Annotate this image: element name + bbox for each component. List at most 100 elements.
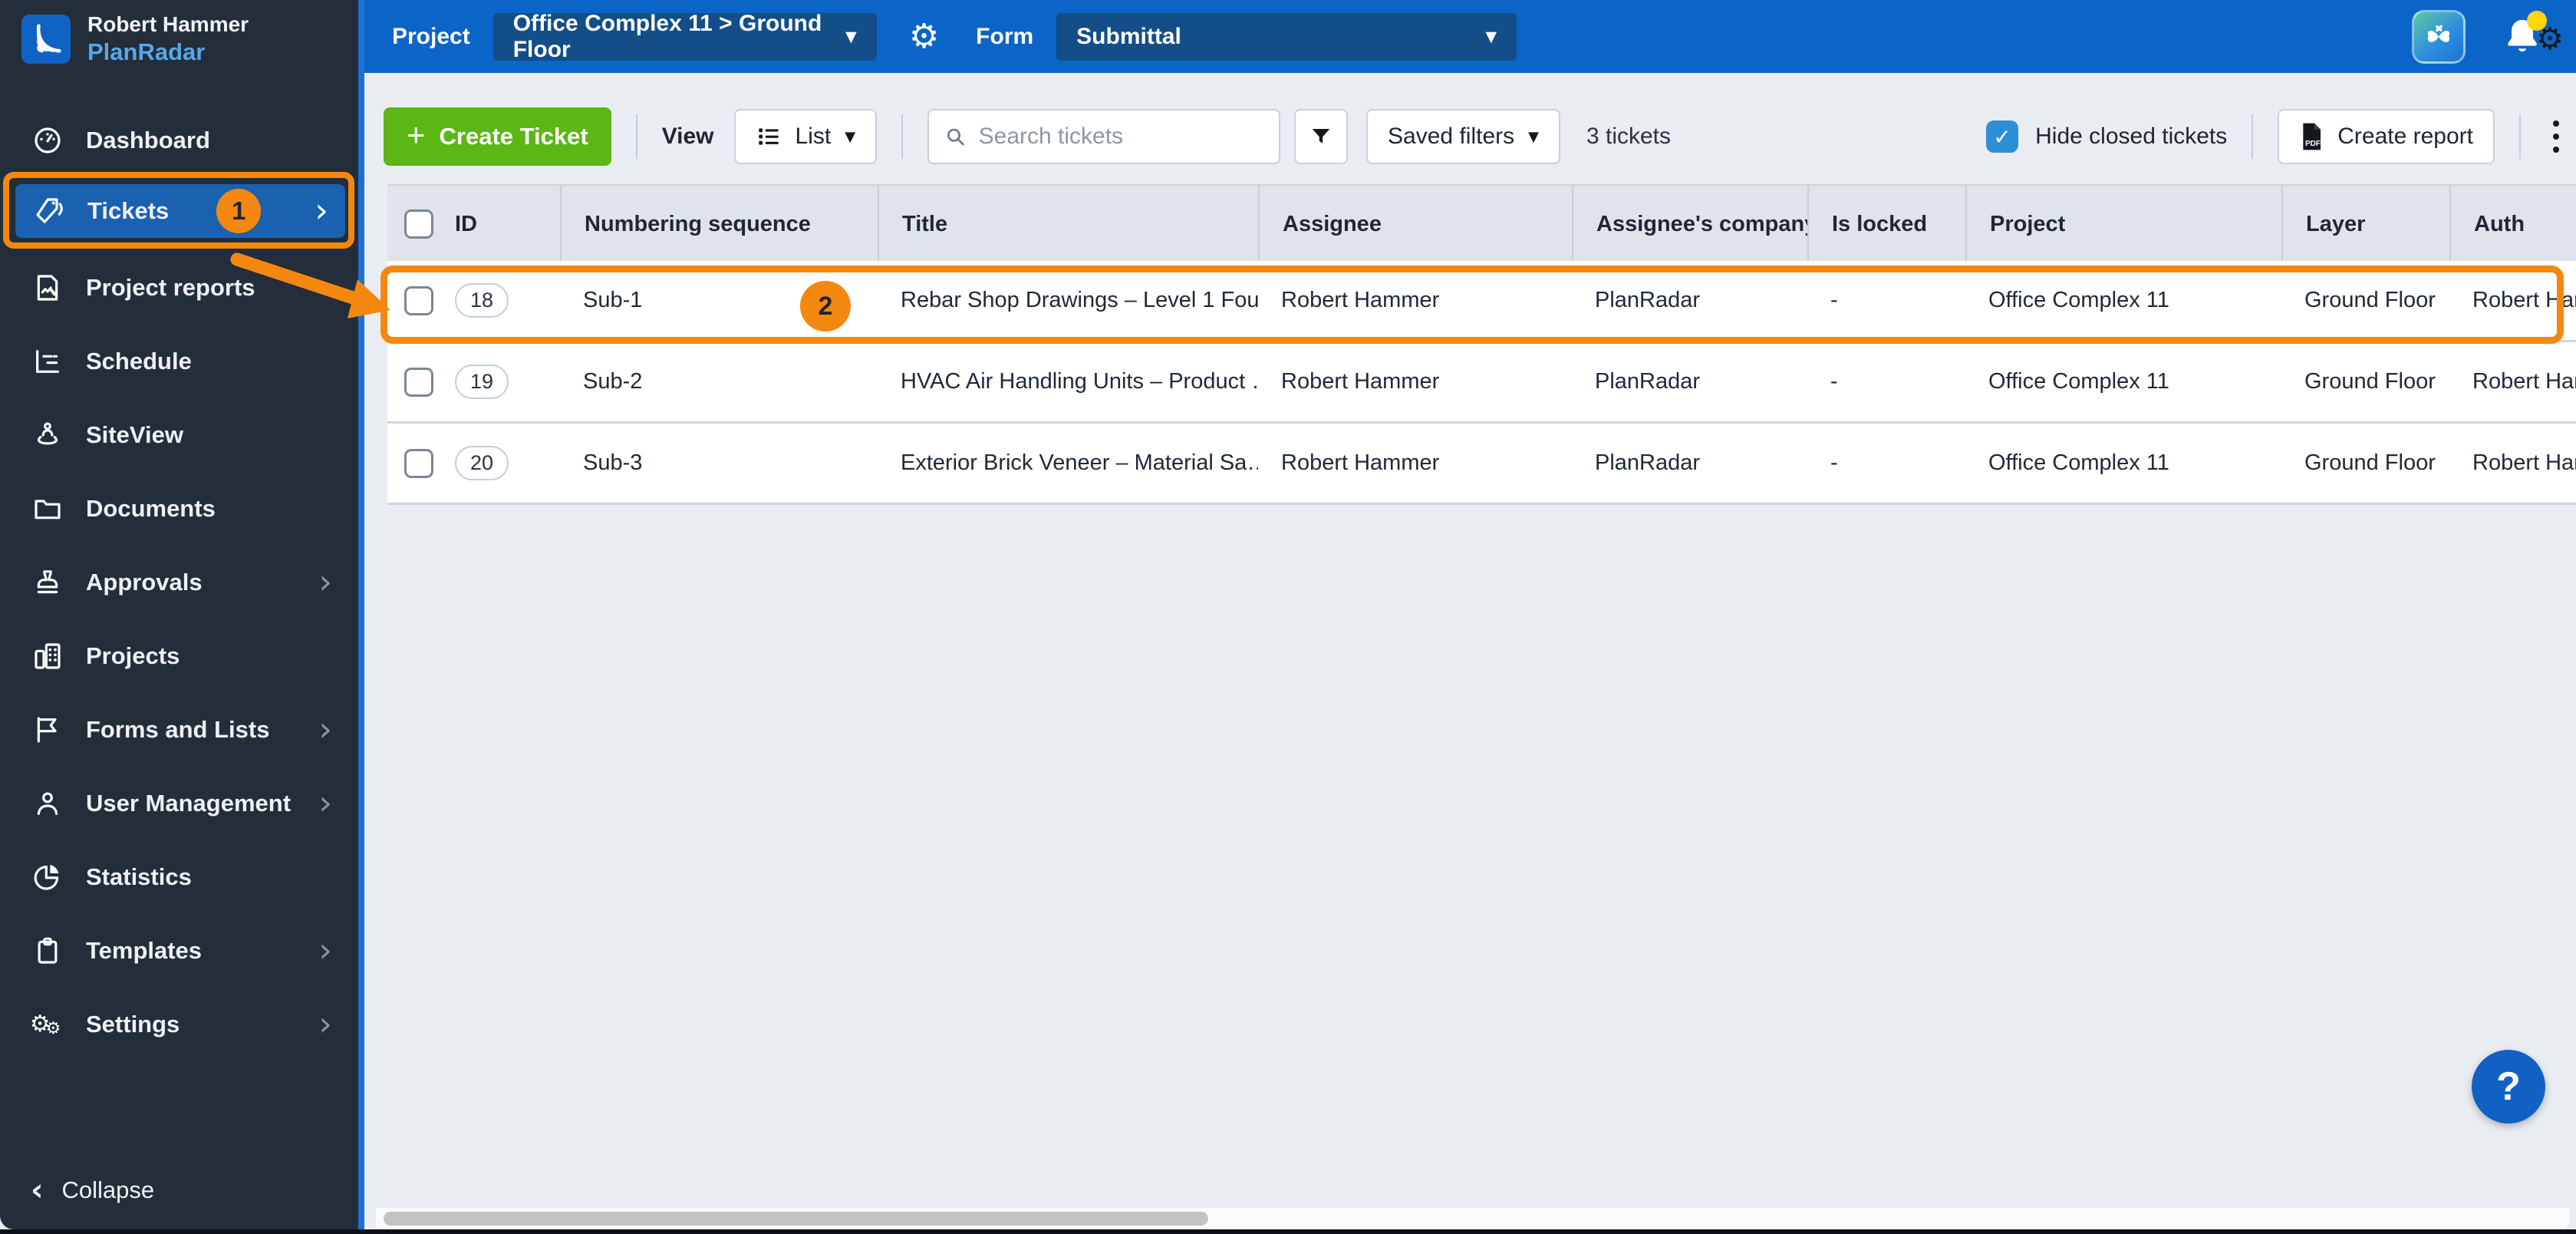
sidebar-item-templates[interactable]: Templates › bbox=[0, 914, 358, 988]
sidebar-item-user-management[interactable]: User Management › bbox=[0, 767, 358, 840]
siteview-icon bbox=[31, 420, 64, 450]
sidebar-item-label: Documents bbox=[86, 495, 216, 522]
cell-assignee: Robert Hammer bbox=[1281, 288, 1440, 312]
caret-down-icon: ▼ bbox=[1485, 28, 1497, 45]
project-selector[interactable]: Office Complex 11 > Ground Floor ▼ bbox=[492, 11, 877, 62]
cell-author: Robert Hammer bbox=[2472, 288, 2576, 312]
column-header-layer[interactable]: Layer bbox=[2281, 186, 2449, 262]
column-header-project[interactable]: Project bbox=[1965, 186, 2281, 262]
sidebar-item-project-reports[interactable]: Project reports bbox=[0, 251, 358, 325]
sidebar-item-label: Approvals bbox=[86, 569, 203, 596]
collapse-sidebar-button[interactable]: ‹ Collapse bbox=[31, 1173, 154, 1208]
sidebar-item-siteview[interactable]: SiteView bbox=[0, 398, 358, 472]
cell-company: PlanRadar bbox=[1595, 369, 1701, 394]
cell-project: Office Complex 11 bbox=[1988, 288, 2169, 312]
filter-button[interactable] bbox=[1294, 109, 1349, 164]
hide-closed-tickets-checkbox[interactable]: ✓ bbox=[1986, 120, 2019, 153]
cell-is-locked: - bbox=[1830, 288, 1838, 312]
sidebar-item-tickets[interactable]: Tickets 1 › bbox=[15, 184, 345, 238]
sidebar-item-dashboard[interactable]: Dashboard bbox=[0, 104, 358, 177]
column-header-numbering-sequence[interactable]: Numbering sequence bbox=[560, 186, 878, 262]
pdf-file-icon: PDF bbox=[2303, 123, 2321, 150]
divider bbox=[901, 114, 904, 159]
table-header: ID Numbering sequence Title Assignee Ass… bbox=[387, 184, 2576, 262]
horizontal-scrollbar-thumb[interactable] bbox=[384, 1212, 1208, 1226]
sidebar-item-label: Dashboard bbox=[86, 127, 210, 153]
sidebar-item-documents[interactable]: Documents bbox=[0, 472, 358, 546]
ticket-id-badge: 18 bbox=[455, 283, 509, 318]
help-button[interactable]: ? bbox=[2472, 1050, 2545, 1123]
forms-icon bbox=[31, 714, 64, 745]
cell-is-locked: - bbox=[1830, 369, 1838, 394]
column-header-title[interactable]: Title bbox=[878, 186, 1258, 262]
cell-assignee: Robert Hammer bbox=[1281, 450, 1440, 475]
sidebar-item-settings[interactable]: ⚙ ⚙ Settings › bbox=[0, 988, 358, 1061]
users-icon bbox=[31, 788, 64, 819]
column-header-is-locked[interactable]: Is locked bbox=[1807, 186, 1965, 262]
ticket-count: 3 tickets bbox=[1586, 124, 1672, 149]
caret-down-icon: ▼ bbox=[845, 28, 857, 45]
sidebar-item-label: Projects bbox=[86, 642, 180, 669]
saved-filters-dropdown[interactable]: Saved filters ▼ bbox=[1366, 109, 1560, 164]
planradar-app: Robert Hammer PlanRadar Dashboard Ticket… bbox=[0, 0, 2576, 1234]
search-icon bbox=[947, 128, 964, 146]
table-row[interactable]: 18 Sub-1 Rebar Shop Drawings – Level 1 F… bbox=[387, 261, 2576, 342]
approvals-icon bbox=[31, 567, 64, 598]
form-selector[interactable]: Submittal ▼ bbox=[1056, 12, 1517, 61]
view-mode-list-dropdown[interactable]: List ▼ bbox=[733, 109, 878, 164]
column-settings-gear-icon[interactable]: ⚙ bbox=[2536, 21, 2564, 57]
documents-icon bbox=[31, 493, 64, 524]
chevron-right-icon: › bbox=[315, 191, 328, 230]
sidebar-item-forms-and-lists[interactable]: Forms and Lists › bbox=[0, 693, 358, 767]
table-row[interactable]: 20 Sub-3 Exterior Brick Veneer – Materia… bbox=[387, 424, 2576, 505]
row-checkbox[interactable] bbox=[404, 367, 433, 397]
sidebar-item-approvals[interactable]: Approvals › bbox=[0, 546, 358, 619]
select-all-checkbox[interactable] bbox=[404, 210, 433, 239]
cell-numbering-sequence: Sub-3 bbox=[583, 450, 643, 475]
cell-project: Office Complex 11 bbox=[1988, 450, 2169, 475]
list-icon bbox=[758, 128, 779, 145]
row-checkbox[interactable] bbox=[404, 285, 433, 315]
statistics-icon bbox=[31, 862, 64, 893]
sidebar-item-statistics[interactable]: Statistics bbox=[0, 840, 358, 914]
sidebar-scrollbar[interactable] bbox=[358, 0, 364, 1229]
window-bottom-edge bbox=[0, 1229, 2576, 1234]
sidebar-item-label: Statistics bbox=[86, 863, 192, 890]
plus-icon: + bbox=[407, 117, 426, 153]
caret-down-icon: ▼ bbox=[845, 128, 856, 145]
cell-project: Office Complex 11 bbox=[1988, 369, 2169, 394]
search-tickets-box bbox=[927, 109, 1281, 164]
column-header-auth[interactable]: Auth bbox=[2449, 186, 2576, 262]
user-name: Robert Hammer bbox=[87, 12, 249, 36]
row-checkbox[interactable] bbox=[404, 448, 433, 478]
account-header[interactable]: Robert Hammer PlanRadar bbox=[21, 12, 249, 66]
cell-assignee: Robert Hammer bbox=[1281, 369, 1440, 394]
divider bbox=[635, 114, 637, 159]
form-label: Form bbox=[976, 23, 1034, 49]
horizontal-scrollbar[interactable] bbox=[376, 1208, 2570, 1229]
sidebar-item-projects[interactable]: Projects bbox=[0, 619, 358, 693]
planradar-connect-icon[interactable] bbox=[2412, 9, 2466, 64]
sidebar-item-label: User Management bbox=[86, 790, 292, 817]
create-report-button[interactable]: PDF Create report bbox=[2278, 109, 2495, 164]
sidebar-item-schedule[interactable]: Schedule bbox=[0, 325, 358, 398]
search-tickets-input[interactable] bbox=[978, 124, 1264, 150]
planradar-logo-icon bbox=[21, 15, 71, 64]
dashboard-icon bbox=[31, 125, 64, 156]
column-header-id[interactable]: ID bbox=[455, 212, 477, 237]
cell-layer: Ground Floor bbox=[2304, 369, 2436, 394]
chevron-right-icon: › bbox=[318, 931, 332, 970]
caret-down-icon: ▼ bbox=[1528, 128, 1539, 145]
table-row[interactable]: 19 Sub-2 HVAC Air Handling Units – Produ… bbox=[387, 342, 2576, 424]
hide-closed-tickets-label: Hide closed tickets bbox=[2035, 124, 2228, 149]
sidebar-item-label: Tickets bbox=[87, 197, 170, 224]
column-header-assignee[interactable]: Assignee bbox=[1258, 186, 1572, 262]
project-settings-gear-icon[interactable]: ⚙ bbox=[909, 19, 939, 54]
more-options-kebab-menu[interactable] bbox=[2545, 116, 2567, 157]
column-header-assignees-company[interactable]: Assignee's company bbox=[1572, 186, 1807, 262]
sidebar: Robert Hammer PlanRadar Dashboard Ticket… bbox=[0, 0, 364, 1229]
cell-title: Exterior Brick Veneer – Material Sa… bbox=[901, 450, 1258, 475]
create-ticket-button[interactable]: + Create Ticket bbox=[384, 107, 611, 166]
templates-icon bbox=[31, 935, 64, 966]
sidebar-item-label: Schedule bbox=[86, 348, 192, 374]
